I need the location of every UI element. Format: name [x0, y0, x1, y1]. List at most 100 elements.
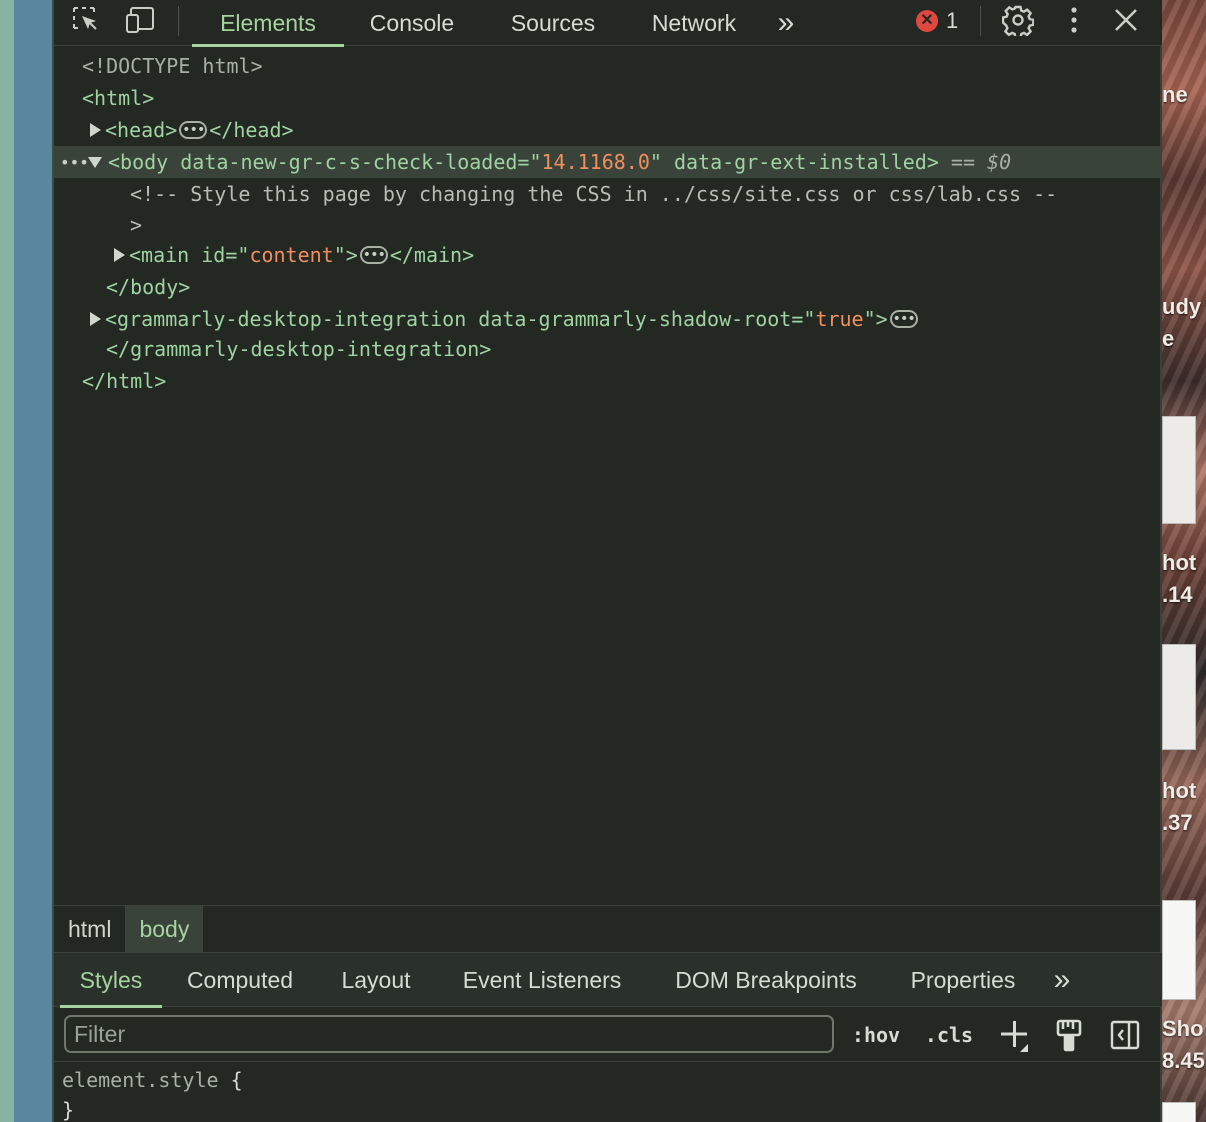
collapsed-content-icon[interactable]: ••• — [889, 310, 918, 328]
dom-node-comment[interactable]: <!-- Style this page by changing the CSS… — [54, 178, 1162, 210]
desktop-file-thumbnail[interactable] — [1162, 416, 1196, 524]
attr-quote: "> — [863, 307, 888, 331]
more-tabs-glyph: » — [777, 6, 795, 39]
tab-label: Elements — [220, 9, 316, 36]
tab-label: Sources — [510, 9, 596, 36]
cls-label: .cls — [924, 1023, 974, 1047]
kebab-menu-icon[interactable] — [1056, 5, 1092, 35]
tab-dom-breakpoints[interactable]: DOM Breakpoints — [658, 953, 874, 1007]
html-close-tag: </html> — [82, 369, 167, 393]
rule-selector: element.style — [62, 1068, 219, 1092]
comment-text: <!-- Style this page by changing the CSS… — [130, 182, 1058, 206]
dom-node-grammarly[interactable]: <grammarly-desktop-integration data-gram… — [54, 303, 1162, 335]
dom-node-comment-cont[interactable]: > — [54, 209, 1162, 241]
head-close-tag: </head> — [209, 118, 294, 142]
desktop-file-thumbnail[interactable] — [1162, 900, 1196, 1000]
tab-network[interactable]: Network — [634, 0, 754, 46]
error-counter[interactable]: ✕ 1 — [916, 7, 958, 35]
breadcrumb-html[interactable]: html — [54, 906, 125, 952]
selected-var: $0 — [987, 150, 1012, 174]
dom-node-html[interactable]: <html> — [54, 82, 1162, 114]
grammarly-close-tag: </grammarly-desktop-integration> — [106, 337, 492, 361]
html-open-tag: <html> — [82, 86, 155, 110]
dom-node-head[interactable]: <head> ••• </head> — [54, 114, 1162, 146]
body-open-tag: <body — [108, 150, 169, 174]
expand-caret-icon[interactable] — [114, 248, 125, 262]
tab-sources[interactable]: Sources — [492, 0, 614, 46]
tab-styles[interactable]: Styles — [60, 953, 162, 1008]
devtools-panel: Elements Console Sources Network » ✕ 1 <… — [54, 0, 1162, 1122]
dom-node-main[interactable]: <main id=" content "> ••• </main> — [54, 239, 1162, 271]
desktop-file-label: udy — [1162, 294, 1202, 319]
breadcrumb: html body — [54, 905, 1162, 953]
body-close-tag: </body> — [106, 275, 191, 299]
desktop-file-label: .14 — [1162, 582, 1193, 607]
paint-brush-icon[interactable] — [1052, 1018, 1086, 1052]
dom-node-body-close[interactable]: </body> — [54, 271, 1162, 303]
tab-layout[interactable]: Layout — [328, 953, 424, 1007]
attr-name: data-gr-ext-installed> — [661, 150, 939, 174]
device-toolbar-icon[interactable] — [124, 5, 160, 35]
styles-toolbar: :hov .cls — [54, 1008, 1162, 1062]
tab-label: Layout — [341, 966, 411, 993]
rule-brace: } — [62, 1098, 75, 1122]
desktop-file-thumbnail[interactable] — [1162, 1102, 1196, 1122]
desktop-file-label: hot — [1162, 550, 1197, 575]
desktop-file-label: Sho — [1162, 1016, 1204, 1041]
inspect-element-icon[interactable] — [68, 5, 104, 35]
hov-toggle-button[interactable]: :hov — [848, 1016, 904, 1054]
attr-name: id=" — [189, 243, 250, 267]
collapsed-content-icon[interactable]: ••• — [359, 246, 388, 264]
dom-node-body-selected[interactable]: ••• <body data-new-gr-c-s-check-loaded="… — [54, 146, 1162, 178]
attr-quote: "> — [333, 243, 358, 267]
devtools-toolbar: Elements Console Sources Network » ✕ 1 — [54, 0, 1162, 47]
attr-value[interactable]: content — [249, 243, 333, 267]
more-tabs-icon[interactable]: » — [1042, 953, 1082, 1007]
collapse-caret-icon[interactable] — [88, 157, 102, 168]
desktop-left-edge — [0, 0, 54, 1122]
cls-toggle-button[interactable]: .cls — [922, 1016, 976, 1054]
desktop-file-label: e — [1162, 326, 1175, 351]
dom-tree: <!DOCTYPE html> <html> <head> ••• </head… — [54, 47, 1162, 905]
tab-event-listeners[interactable]: Event Listeners — [446, 953, 638, 1007]
tab-console[interactable]: Console — [352, 0, 472, 46]
tab-label: Network — [651, 9, 737, 36]
desktop-right-edge: ne udy e hot .14 hot .37 Sho 8.45 — [1162, 0, 1206, 1122]
breadcrumb-body[interactable]: body — [125, 906, 204, 952]
toolbar-divider — [980, 6, 981, 36]
attr-name: data-new-gr-c-s-check-loaded=" — [168, 150, 542, 174]
dom-node-html-close[interactable]: </html> — [54, 365, 1162, 397]
attr-quote: " — [649, 150, 662, 174]
tab-label: Computed — [186, 966, 294, 993]
dom-node-grammarly-close[interactable]: </grammarly-desktop-integration> — [54, 333, 1162, 365]
add-rule-icon[interactable] — [998, 1018, 1032, 1052]
dom-node-doctype[interactable]: <!DOCTYPE html> — [54, 50, 1162, 82]
desktop-edge-stripe — [0, 0, 14, 1122]
settings-gear-icon[interactable] — [1000, 5, 1036, 36]
tab-properties[interactable]: Properties — [896, 953, 1030, 1007]
collapsed-content-icon[interactable]: ••• — [179, 121, 208, 139]
styles-filter-input[interactable] — [64, 1015, 834, 1053]
node-actions-icon[interactable]: ••• — [60, 153, 89, 172]
more-tabs-icon[interactable]: » — [766, 0, 806, 46]
breadcrumb-label: html — [68, 915, 112, 942]
style-rule-element[interactable]: element.style { — [62, 1065, 243, 1095]
error-icon: ✕ — [916, 10, 938, 32]
tab-label: Console — [369, 9, 455, 36]
tab-elements[interactable]: Elements — [192, 0, 344, 47]
attr-value[interactable]: 14.1168.0 — [542, 150, 650, 174]
toggle-sidebar-icon[interactable] — [1108, 1018, 1142, 1052]
main-close-tag: </main> — [389, 243, 475, 267]
tab-label: Properties — [910, 966, 1016, 993]
desktop-file-thumbnail[interactable] — [1162, 644, 1196, 750]
close-icon[interactable] — [1108, 5, 1144, 35]
toolbar-divider — [178, 6, 179, 36]
expand-caret-icon[interactable] — [90, 123, 101, 137]
comment-text: > — [130, 213, 143, 237]
tab-computed[interactable]: Computed — [172, 953, 308, 1007]
tab-label: DOM Breakpoints — [675, 966, 857, 993]
attr-value[interactable]: true — [815, 307, 863, 331]
selected-marker: == — [938, 150, 988, 174]
head-open-tag: <head> — [105, 118, 178, 142]
expand-caret-icon[interactable] — [90, 312, 101, 326]
